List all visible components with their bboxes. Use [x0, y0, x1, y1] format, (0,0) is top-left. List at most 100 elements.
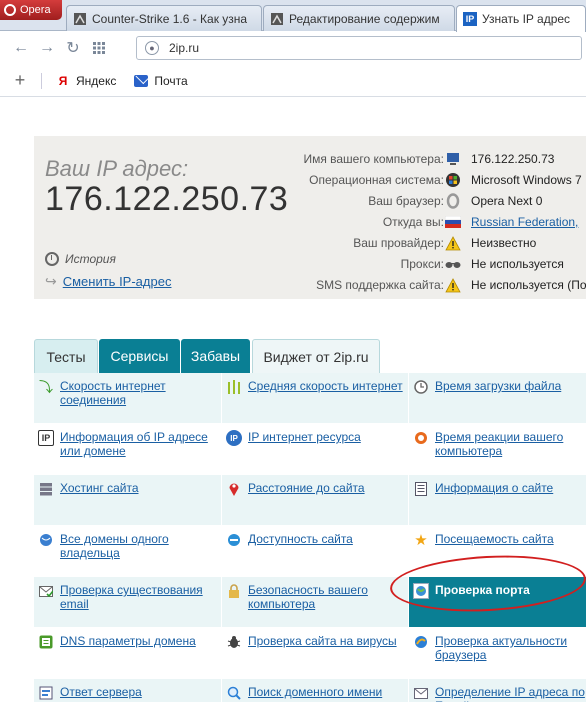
cs-icon — [270, 12, 284, 26]
bookmarks-bar: + Я Яндекс Почта — [0, 65, 586, 97]
info-row-computer-name: Имя вашего компьютера: 176.122.250.73 — [34, 150, 586, 170]
warning-icon — [445, 277, 461, 293]
service-virus-check[interactable]: Проверка сайта на вирусы — [222, 628, 408, 678]
service-dns[interactable]: DNS параметры домена — [34, 628, 221, 678]
service-label: Проверка существования email — [60, 583, 203, 611]
browser-tab-ip[interactable]: IP Узнать IP адрес — [456, 5, 586, 32]
service-hosting[interactable]: Хостинг сайта — [34, 475, 221, 525]
service-email-check[interactable]: Проверка существования email — [34, 577, 221, 627]
service-server-response[interactable]: Ответ сервера — [34, 679, 221, 702]
service-browser-check[interactable]: Проверка актуальности браузера — [409, 628, 586, 678]
dns-icon — [38, 634, 54, 650]
service-label: Средняя скорость интернет — [248, 379, 403, 393]
info-label: Откуда вы: — [382, 215, 444, 229]
site-info-icon[interactable]: ● — [145, 41, 159, 55]
bars-icon — [226, 379, 242, 395]
info-label: Ваш провайдер: — [353, 236, 444, 250]
service-domain-search[interactable]: Поиск доменного имени — [222, 679, 408, 702]
server-icon — [38, 481, 54, 497]
server-response-icon — [38, 685, 54, 701]
ip-icon: IP — [463, 12, 477, 26]
service-label: Хостинг сайта — [60, 481, 139, 495]
service-label: Поиск доменного имени — [248, 685, 383, 699]
info-label: Прокси: — [400, 257, 444, 271]
opera-menu-label: Opera — [20, 4, 51, 16]
service-label: Проверка сайта на вирусы — [248, 634, 397, 648]
service-ip-resource[interactable]: IP IP интернет ресурса — [222, 424, 408, 474]
reload-icon[interactable]: ↻ — [60, 35, 86, 61]
service-reaction-time[interactable]: Время реакции вашего компьютера — [409, 424, 586, 474]
browser-tab-editing[interactable]: Редактирование содержим — [263, 5, 455, 31]
warning-icon — [445, 235, 461, 251]
yandex-icon: Я — [58, 73, 68, 88]
service-label: Определение IP адреса по E-mail — [435, 685, 585, 702]
tab-widget[interactable]: Виджет от 2ip.ru — [252, 339, 380, 373]
service-label: Скорость интернет соединения — [60, 379, 166, 407]
info-label: Операционная система: — [309, 173, 444, 187]
cs-icon — [73, 12, 87, 26]
service-internet-speed[interactable]: ⤵ Скорость интернет соединения — [34, 373, 221, 423]
forward-arrow-icon[interactable]: → — [34, 35, 60, 61]
service-security[interactable]: Безопасность вашего компьютера — [222, 577, 408, 627]
address-text[interactable]: 2ip.ru — [169, 41, 199, 55]
browser-tab-label: Редактирование содержим — [289, 11, 440, 26]
service-label: Расстояние до сайта — [248, 481, 365, 495]
bookmark-yandex[interactable]: Я Яндекс — [56, 73, 117, 88]
browser-tab-label: Counter-Strike 1.6 - Как узна — [92, 11, 248, 26]
tab-fun[interactable]: Забавы — [181, 339, 250, 373]
service-label: Ответ сервера — [60, 685, 142, 699]
browser-tab-label: Узнать IP адрес — [482, 12, 571, 26]
ip-info-icon: IP — [38, 430, 54, 446]
speed-arrow-icon: ⤵ — [39, 379, 53, 395]
tab-services[interactable]: Сервисы — [99, 339, 180, 373]
info-value: Не используется (По — [471, 278, 586, 292]
service-tabs: Тесты Сервисы Забавы Виджет от 2ip.ru — [34, 337, 586, 373]
browser-update-icon — [413, 634, 429, 650]
service-label: Безопасность вашего компьютера — [248, 583, 368, 611]
info-value: 176.122.250.73 — [471, 152, 555, 166]
info-value: Неизвестно — [471, 236, 537, 250]
speed-dial-grid-icon[interactable] — [86, 35, 112, 61]
info-label: Ваш браузер: — [368, 194, 444, 208]
service-availability[interactable]: Доступность сайта — [222, 526, 408, 576]
service-owner-domains[interactable]: Все домены одного владельца — [34, 526, 221, 576]
service-ip-info[interactable]: IP Информация об IP адресе или домене — [34, 424, 221, 474]
service-site-info[interactable]: Информация о сайте — [409, 475, 586, 525]
document-icon — [413, 481, 429, 497]
globe-icon — [38, 532, 54, 548]
service-label: Информация о сайте — [435, 481, 554, 495]
location-link[interactable]: Russian Federation, — [471, 215, 578, 229]
address-bar[interactable]: ● 2ip.ru — [136, 36, 582, 60]
browser-tab-counter-strike[interactable]: Counter-Strike 1.6 - Как узна — [66, 5, 262, 31]
info-row-proxy: Прокси: Не используется — [34, 255, 586, 275]
search-globe-icon — [226, 685, 242, 701]
service-average-speed[interactable]: Средняя скорость интернет — [222, 373, 408, 423]
add-bookmark-icon[interactable]: + — [7, 70, 33, 91]
service-distance[interactable]: Расстояние до сайта — [222, 475, 408, 525]
bookmarks-divider — [41, 72, 42, 89]
star-icon: ★ — [414, 532, 428, 549]
computer-icon — [445, 151, 461, 167]
service-label: Посещаемость сайта — [435, 532, 554, 546]
info-label: SMS поддержка сайта: — [316, 278, 444, 292]
bookmark-mail[interactable]: Почта — [134, 73, 188, 88]
opera-menu-button[interactable]: Opera — [0, 0, 62, 20]
service-file-load-time[interactable]: Время загрузки файла — [409, 373, 586, 423]
back-arrow-icon[interactable]: ← — [8, 35, 34, 61]
service-label: Проверка актуальности браузера — [435, 634, 568, 662]
bookmark-label: Почта — [154, 73, 188, 88]
reaction-icon — [413, 430, 429, 446]
windows-icon — [445, 172, 461, 188]
tab-tests[interactable]: Тесты — [34, 339, 98, 373]
tab-bar: Opera Counter-Strike 1.6 - Как узна Реда… — [0, 0, 586, 32]
clock-icon — [413, 379, 429, 395]
info-row-browser: Ваш браузер: Opera Next 0 — [34, 192, 586, 212]
info-row-sms: SMS поддержка сайта: Не используется (По — [34, 276, 586, 296]
info-value: Не используется — [471, 257, 564, 271]
info-row-provider: Ваш провайдер: Неизвестно — [34, 234, 586, 254]
mail-icon — [134, 74, 149, 87]
bookmark-label: Яндекс — [76, 73, 117, 88]
browser-icon — [445, 193, 461, 209]
service-ip-by-email[interactable]: Определение IP адреса по E-mail — [409, 679, 586, 702]
info-row-os: Операционная система: Microsoft Windows … — [34, 171, 586, 191]
